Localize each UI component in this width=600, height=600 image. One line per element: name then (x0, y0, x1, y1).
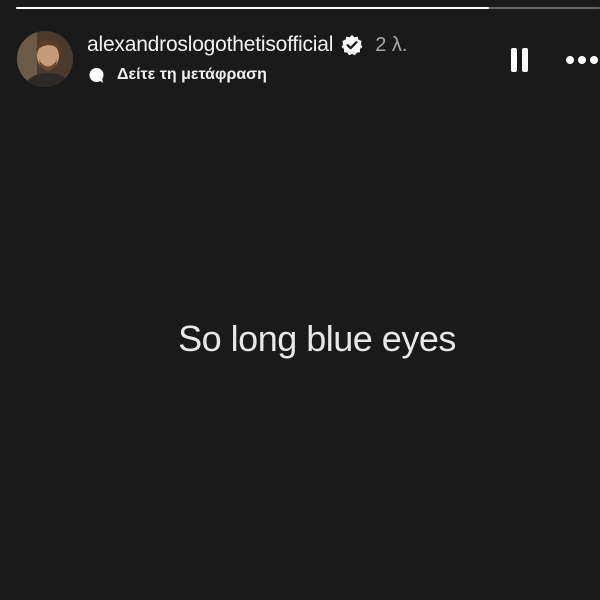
see-translation-link[interactable]: Δείτε τη μετάφραση (88, 66, 267, 84)
pause-icon (511, 48, 517, 72)
verified-badge-icon (341, 34, 363, 56)
more-options-dot (578, 56, 586, 64)
pause-button[interactable] (505, 44, 533, 76)
post-timestamp: 2 λ. (375, 33, 408, 56)
pause-icon-bar (522, 48, 528, 72)
story-viewer[interactable]: alexandroslogothetisofficial 2 λ. Δείτε … (0, 0, 600, 600)
more-options-icon (566, 56, 574, 64)
translate-icon (88, 67, 105, 84)
story-text: So long blue eyes (178, 318, 456, 359)
story-header: alexandroslogothetisofficial 2 λ. (87, 33, 407, 57)
story-progress-bar (16, 7, 600, 9)
more-options-dot (590, 56, 598, 64)
see-translation-label: Δείτε τη μετάφραση (117, 66, 267, 83)
story-progress-fill (16, 7, 490, 9)
avatar-photo (17, 31, 73, 87)
more-options-button[interactable] (560, 48, 600, 72)
username-link[interactable]: alexandroslogothetisofficial (87, 33, 333, 57)
avatar[interactable] (17, 31, 73, 87)
